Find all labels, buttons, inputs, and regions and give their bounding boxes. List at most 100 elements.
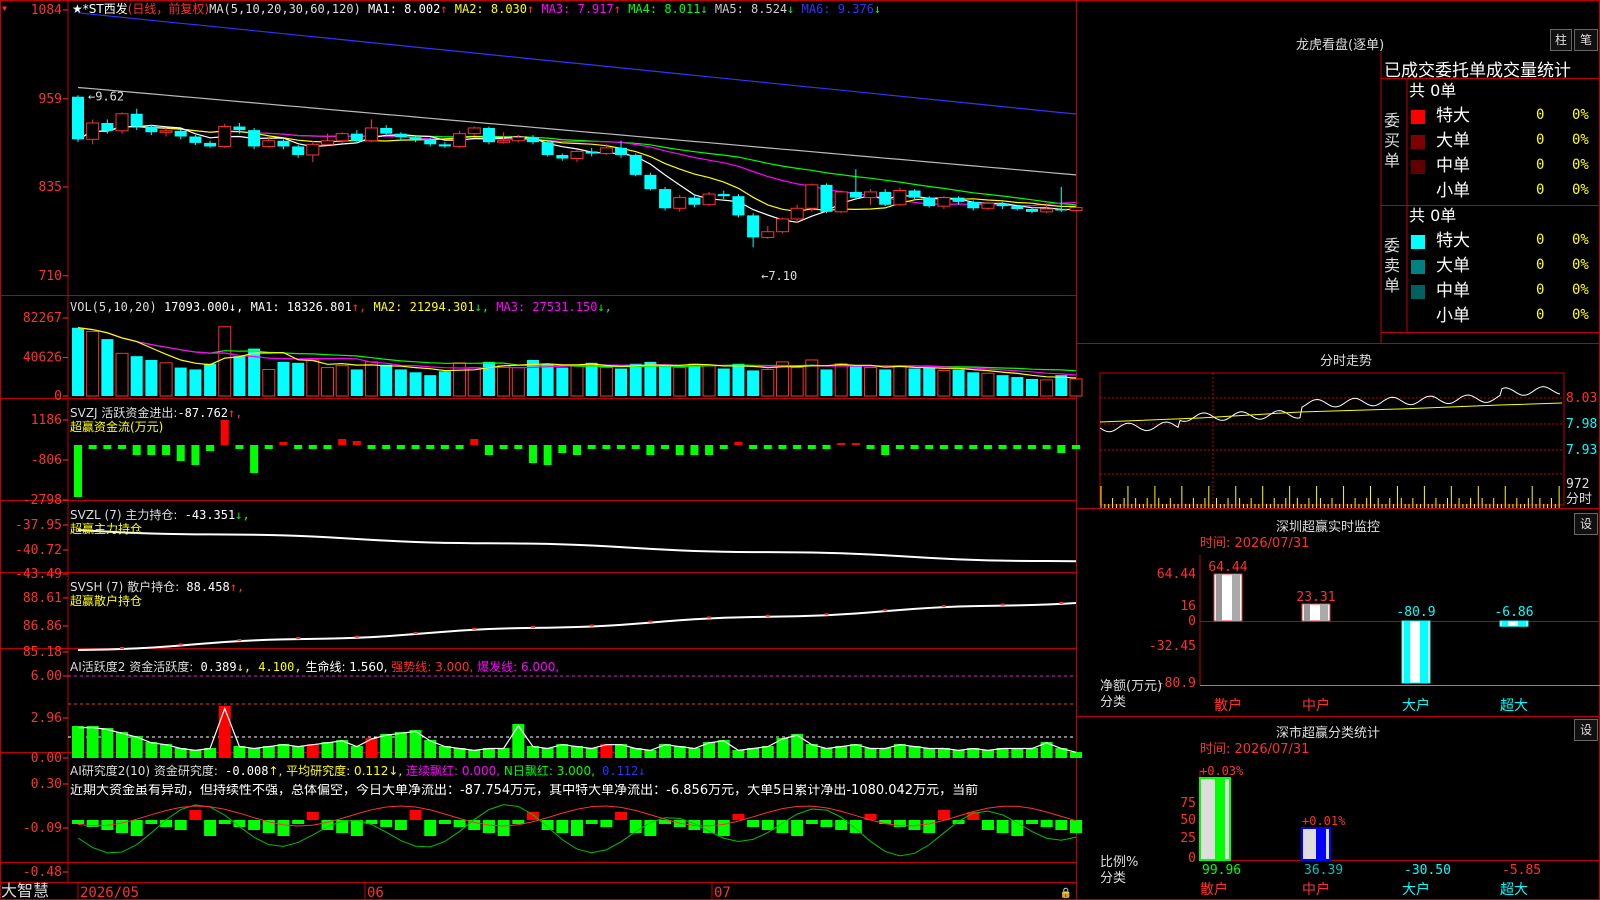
svzj-bar [470,439,479,445]
research-bar [512,820,525,824]
volume-bar [380,364,393,396]
kline-ytick: 835 [39,180,62,195]
ai-commentary: 近期大资金虽有异动，但持续性不强，总体偏空，今日大单净流出：-87.754万元，… [70,784,979,798]
candle-body [790,207,804,220]
volume-bar [599,367,613,397]
activity-bar [835,746,848,758]
sz-monitor-settings-button[interactable]: 设 [1574,513,1598,535]
candle-body [893,190,907,206]
ai2-ytick: 0.30 [31,777,62,792]
volume-bar [262,368,276,397]
research-bar [72,820,84,824]
volume-bar [615,368,628,396]
kline-header: ★*ST西发(日线，前复权)MA(5,10,20,30,60,120) MA1:… [72,2,881,16]
candle-body [467,127,481,135]
activity-bar [908,746,921,758]
tick-view-button[interactable]: 笔 [1574,29,1598,51]
sz-class-cat: 超大 [1500,882,1528,898]
research-bar [394,820,407,830]
research-bar [923,820,936,833]
sz-monitor-xlabel: 分类 [1100,695,1127,710]
svzj-arrow: ↑, [228,406,243,420]
corner-marker[interactable]: ▾ [1,1,8,15]
kline-ytick: 959 [39,92,62,107]
period-label[interactable]: (日线，前复权) [128,2,209,16]
intraday-title[interactable]: 分时走势 [1320,350,1372,369]
candle-body [1040,208,1054,213]
activity-bar [277,744,290,758]
research-bar [130,820,143,836]
candle-body [335,133,349,142]
svsh-dot [1059,601,1064,604]
research-bar [556,820,569,833]
activity-bar [541,748,554,758]
candle-body [306,143,320,156]
svsh-dot [472,627,477,630]
svzj-subtitle: 超赢资金流(万元) [70,420,164,434]
volume-bar [761,368,775,397]
ai2-v2: ↑, 平均研究度: 0.112↓, [268,764,403,778]
volume-bar [292,362,305,396]
lock-icon: 🔒 [1060,887,1072,899]
activity-bar [571,746,583,758]
research-bar [218,820,231,824]
candle-body [556,154,569,159]
svzj-bar [235,445,244,449]
volume-bar [570,365,584,397]
svsh-dot [178,643,183,646]
bar-view-button[interactable]: 柱 [1550,29,1572,51]
svzj-bar [352,441,361,445]
sz-class-settings-button[interactable]: 设 [1574,719,1598,741]
activity-bar [116,732,129,758]
volume-bar [629,363,642,396]
volume-bar [659,364,672,396]
ai1-v2: ↓, 4.100, [236,660,302,674]
ma-item: MA1: 8.002↑ [368,2,448,16]
activity-bar [380,734,393,758]
ai2-v4: N日飘红: 3.000, [500,764,595,778]
vol-ma-arrow: ↓, [597,300,612,314]
candle-body [482,127,495,143]
svzj-bar [308,445,317,449]
candle-body [511,136,525,142]
research-bar [776,820,789,833]
volume-bar [365,361,379,397]
candle-body [262,140,276,147]
svzj-bar [690,445,699,455]
sz-monitor-cat: 中户 [1302,697,1330,714]
activity-bar [262,746,275,758]
volume-bar [159,362,173,397]
row-count: 0 [1536,157,1545,173]
volume-bar [394,369,407,396]
svzj-bar [910,445,919,449]
activity-bar [1011,748,1024,758]
sz-class-bar-retail [1199,777,1231,861]
svzj-bar [617,445,626,449]
candle-body [673,197,687,209]
vol-ma-item: MA3: 27531.150↓, [489,300,612,314]
svzj-bar [514,445,523,449]
candle-body [72,96,84,140]
intraday-price-line [1099,386,1561,433]
svzj-bar [837,443,846,445]
sz-monitor-ytick: 64.44 [1157,567,1196,582]
activity-bar [497,748,510,758]
stock-name[interactable]: ★*ST西发 [72,2,128,16]
svzj-bar [778,445,787,449]
svzj-bar [734,442,743,445]
vol-ytick: 0 [54,389,62,404]
activity-bar [981,750,994,758]
svzj-bar [132,445,141,455]
activity-bar [952,750,965,758]
svsh-dot [120,647,125,650]
svzj-bar [925,445,934,449]
svsh-dot [1000,603,1005,606]
volume-bar [879,369,892,396]
svzj-bar [220,420,229,445]
sz-monitor-bar-shade [1404,621,1410,683]
activity-bar [864,748,877,758]
svsh-dot [237,639,242,642]
research-bar [820,820,833,827]
row-pct: 0% [1572,257,1589,273]
volume-bar [937,369,951,397]
